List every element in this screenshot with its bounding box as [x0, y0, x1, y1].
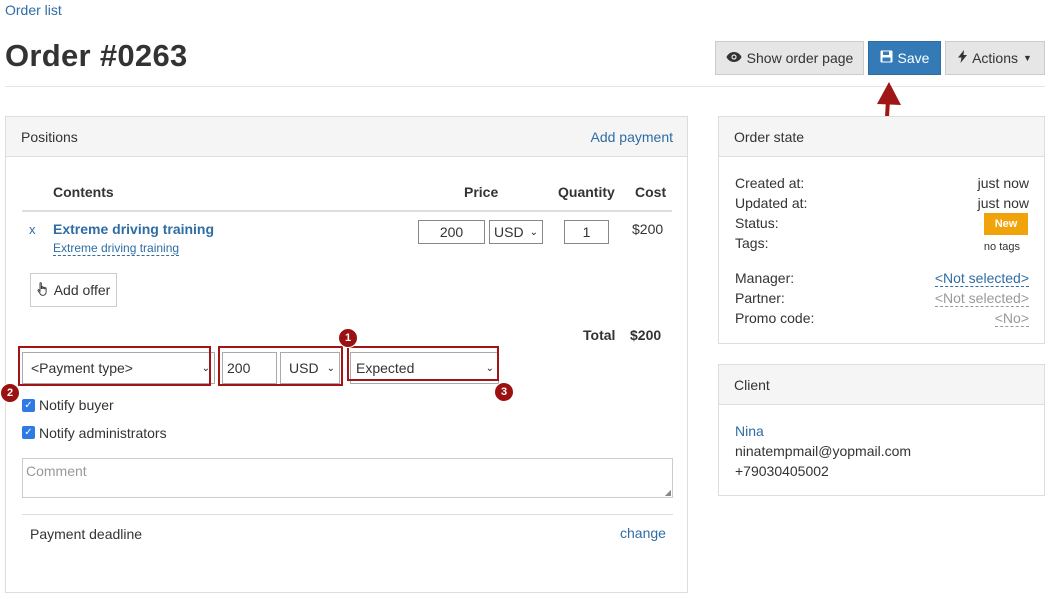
client-email: ninatempmail@yopmail.com: [735, 443, 912, 459]
item-currency-select[interactable]: USD ⌄: [489, 220, 543, 244]
positions-panel: Positions Add payment Contents Price Qua…: [0, 116, 688, 593]
item-price-input[interactable]: 200: [418, 220, 485, 244]
notify-buyer-label: Notify buyer: [39, 397, 114, 413]
created-at-label: Created at:: [735, 175, 805, 191]
hand-pointer-icon: [37, 281, 49, 299]
add-payment-link[interactable]: Add payment: [591, 129, 674, 145]
resize-handle-icon[interactable]: ◢: [665, 488, 671, 497]
chevron-down-icon: ⌄: [529, 226, 538, 238]
client-heading-bar: Client: [719, 365, 1044, 405]
tags-label: Tags:: [735, 235, 769, 251]
item-subtitle-link[interactable]: Extreme driving training: [53, 241, 180, 256]
positions-panel-heading: Positions Add payment: [6, 117, 687, 157]
comment-textarea[interactable]: Comment ◢: [22, 458, 673, 498]
save-label: Save: [897, 50, 930, 66]
actions-label: Actions: [972, 50, 1018, 66]
order-state-panel: Order state Created at: just now Updated…: [718, 116, 1045, 344]
manager-label: Manager:: [735, 270, 795, 286]
floppy-disk-icon: [880, 50, 893, 66]
payment-deadline-label: Payment deadline: [30, 526, 143, 542]
comment-placeholder: Comment: [26, 463, 87, 479]
total-value: $200: [630, 327, 662, 343]
eye-icon: [726, 50, 742, 66]
page-title: Order #0263: [5, 38, 188, 73]
manager-select-link[interactable]: <Not selected>: [934, 270, 1029, 287]
total-label: Total: [583, 327, 616, 343]
remove-item-button[interactable]: x: [29, 222, 36, 237]
show-order-page-label: Show order page: [746, 50, 854, 66]
save-button[interactable]: Save: [868, 41, 941, 75]
promo-code-label: Promo code:: [735, 310, 815, 326]
positions-heading: Positions: [21, 129, 78, 145]
callout-badge-1: 1: [338, 328, 358, 348]
partner-label: Partner:: [735, 290, 785, 306]
created-at-value: just now: [977, 175, 1029, 191]
add-offer-label: Add offer: [53, 282, 111, 298]
order-state-heading: Order state: [734, 129, 805, 145]
notify-buyer-checkbox[interactable]: ✓: [22, 399, 35, 412]
item-cost: $200: [632, 221, 664, 237]
updated-at-value: just now: [977, 195, 1029, 211]
callout-box-payment-type: [18, 346, 211, 386]
notify-admins-label: Notify administrators: [39, 425, 167, 441]
callout-badge-2: 2: [0, 383, 20, 403]
callout-box-amount-currency: [218, 346, 343, 386]
table-header-divider: [22, 210, 672, 212]
deadline-divider: [22, 514, 673, 515]
item-quantity-input[interactable]: 1: [564, 220, 609, 244]
client-name-link[interactable]: Nina: [735, 423, 764, 439]
column-header-price: Price: [464, 184, 499, 200]
order-state-heading-bar: Order state: [719, 117, 1044, 157]
column-header-contents: Contents: [53, 184, 114, 200]
add-offer-button[interactable]: Add offer: [30, 273, 117, 307]
payment-deadline-change-link[interactable]: change: [620, 525, 666, 541]
callout-box-status: [347, 346, 499, 381]
client-heading: Client: [734, 377, 770, 393]
client-panel: Client Nina ninatempmail@yopmail.com +79…: [718, 364, 1045, 496]
client-phone: +79030405002: [735, 463, 829, 479]
item-currency-value: USD: [494, 224, 524, 240]
item-name-link[interactable]: Extreme driving training: [53, 221, 214, 237]
breadcrumb-order-list[interactable]: Order list: [5, 2, 62, 18]
lightning-icon: [958, 50, 968, 66]
actions-dropdown-button[interactable]: Actions ▼: [945, 41, 1045, 75]
column-header-quantity: Quantity: [558, 184, 615, 200]
promo-code-link[interactable]: <No>: [994, 310, 1029, 327]
caret-down-icon: ▼: [1023, 53, 1032, 63]
partner-select-link[interactable]: <Not selected>: [934, 290, 1029, 307]
column-header-cost: Cost: [635, 184, 667, 200]
status-label: Status:: [735, 215, 779, 231]
item-quantity-value: 1: [582, 224, 591, 240]
status-badge[interactable]: New: [984, 213, 1028, 235]
updated-at-label: Updated at:: [735, 195, 808, 211]
show-order-page-button[interactable]: Show order page: [715, 41, 864, 75]
item-price-value: 200: [439, 224, 464, 240]
tags-value[interactable]: no tags: [984, 241, 1020, 253]
notify-admins-checkbox[interactable]: ✓: [22, 426, 35, 439]
callout-badge-3: 3: [494, 382, 514, 402]
